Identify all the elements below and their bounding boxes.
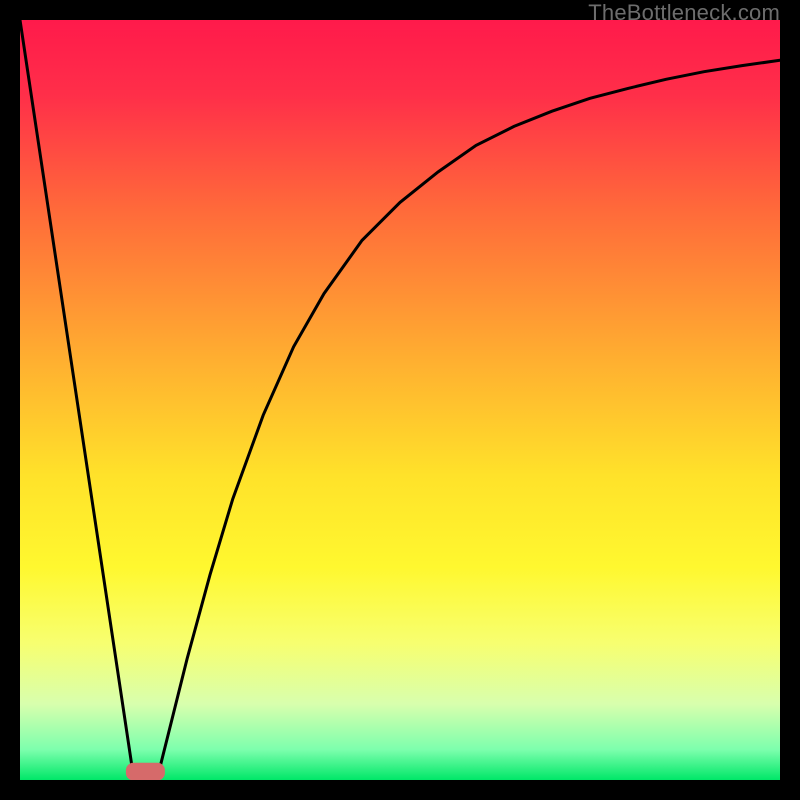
bottleneck-chart	[20, 20, 780, 780]
chart-frame	[20, 20, 780, 780]
gradient-background	[20, 20, 780, 780]
minimum-marker	[126, 763, 164, 780]
watermark-text: TheBottleneck.com	[588, 0, 780, 26]
